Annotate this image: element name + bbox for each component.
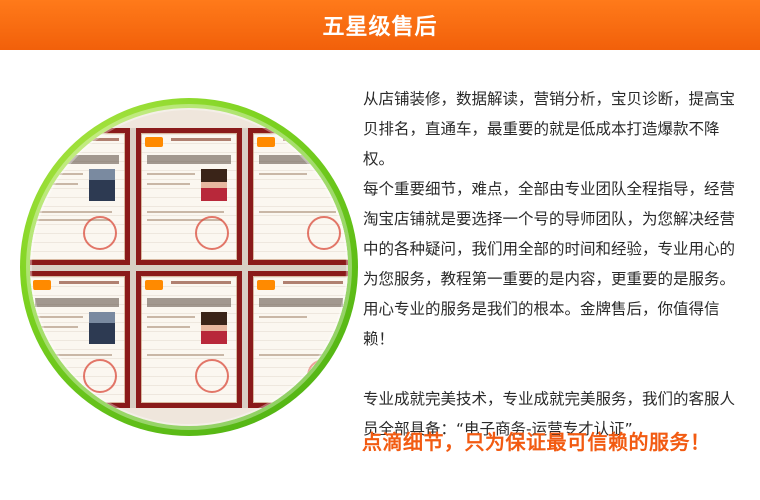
slogan-text: 点滴细节，只为保证最可信赖的服务！	[362, 430, 711, 454]
page-title: 五星级售后	[322, 15, 438, 40]
paragraph-service: 每个重要细节，难点，全部由专业团队全程指导，经营淘宝店铺就是要选择一个号的导师团…	[363, 180, 736, 348]
paragraph-intro: 从店铺装修，数据解读，营销分析，宝贝诊断，提高宝贝排名，直通车，最重要的就是低成…	[363, 90, 736, 168]
description-text: 从店铺装修，数据解读，营销分析，宝贝诊断，提高宝贝排名，直通车，最重要的就是低成…	[363, 84, 748, 444]
ring-highlight	[26, 104, 352, 430]
header-banner: 五星级售后	[0, 0, 760, 50]
logo-icon	[33, 137, 51, 147]
